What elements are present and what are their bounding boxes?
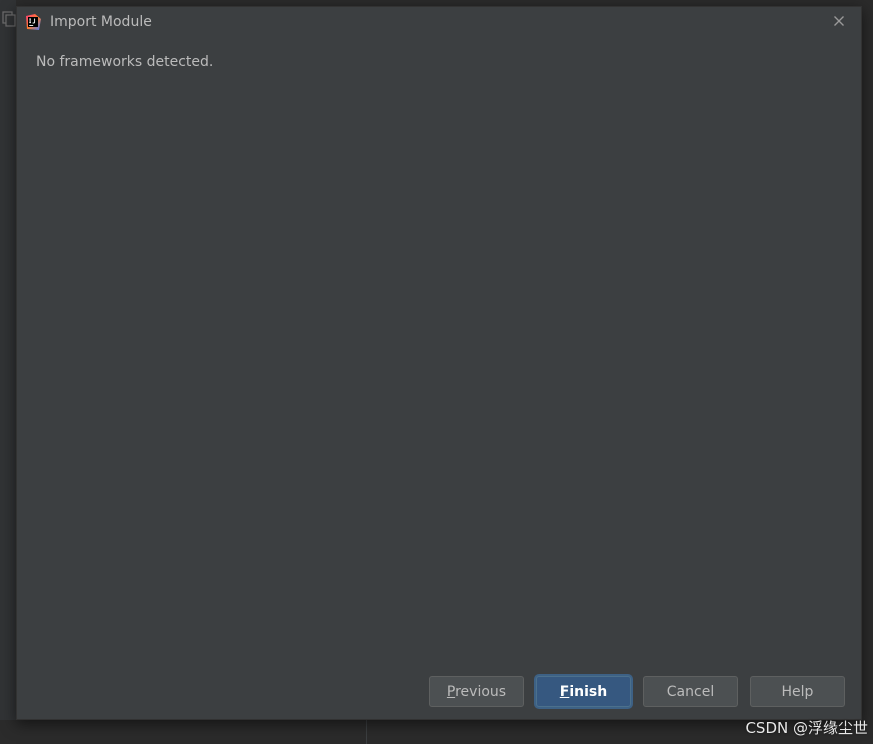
ide-bottom-panel	[0, 720, 873, 744]
dialog-title: Import Module	[50, 14, 152, 30]
frameworks-message: No frameworks detected.	[36, 54, 214, 70]
watermark: CSDN @浮缘尘世	[745, 719, 868, 737]
previous-button[interactable]: Previous	[429, 676, 524, 707]
import-module-dialog: Import Module No frameworks detected. Pr…	[16, 6, 862, 720]
intellij-idea-icon	[26, 14, 41, 30]
help-button[interactable]: Help	[750, 676, 845, 707]
finish-mnemonic: F	[559, 684, 570, 700]
ide-left-pane	[0, 0, 16, 744]
previous-mnemonic: P	[446, 684, 456, 700]
ide-panel-divider	[366, 720, 367, 744]
close-icon[interactable]	[831, 13, 847, 29]
finish-button[interactable]: Finish	[536, 676, 631, 707]
copy-icon	[2, 11, 16, 27]
previous-label: revious	[455, 684, 507, 700]
cancel-button[interactable]: Cancel	[643, 676, 738, 707]
finish-label: inish	[569, 684, 608, 700]
dialog-titlebar[interactable]: Import Module	[17, 7, 861, 37]
